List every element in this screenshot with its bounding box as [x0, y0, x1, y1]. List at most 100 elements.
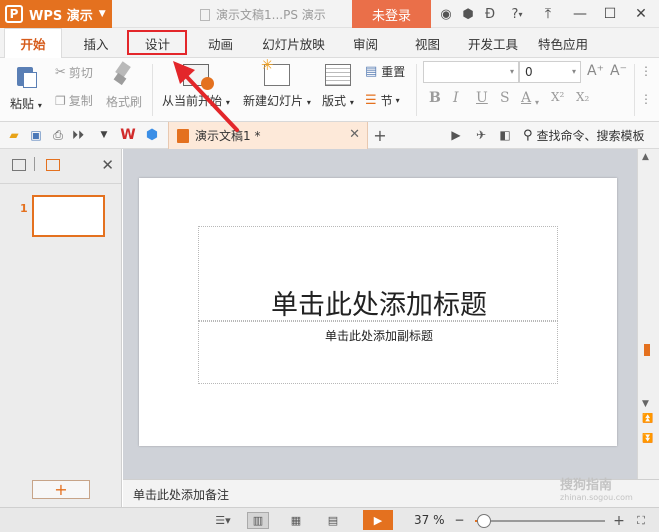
shrink-font-button[interactable]: A⁻	[610, 63, 627, 79]
reset-icon: ▤	[365, 64, 378, 79]
format-painter-button[interactable]: 格式刷	[106, 61, 142, 110]
slide-thumbnail[interactable]	[32, 195, 105, 237]
screen-icon[interactable]: ▶	[448, 127, 464, 143]
tab-insert[interactable]: 插入	[70, 28, 122, 58]
zoom-slider-handle[interactable]	[477, 514, 491, 528]
strike-button[interactable]: S	[500, 90, 510, 106]
close-panel-icon[interactable]: ✕	[101, 156, 114, 174]
grow-font-button[interactable]: A⁺	[587, 63, 604, 79]
add-slide-button[interactable]: +	[32, 480, 90, 499]
from-current-button[interactable]: 从当前开始 ▾	[162, 64, 230, 109]
reset-label: 重置	[381, 65, 406, 79]
customize-chevron-icon[interactable]: ▼	[96, 127, 112, 143]
zoom-slider[interactable]	[475, 514, 605, 528]
from-current-text: 从当前开始	[162, 94, 223, 108]
presentation-file-icon	[177, 128, 189, 143]
help-icon[interactable]: ? ▾	[506, 5, 528, 23]
slide-canvas[interactable]: 单击此处添加标题 单击此处添加副标题	[139, 178, 617, 446]
more-icon[interactable]: ⋮	[640, 92, 652, 106]
underline-button[interactable]: U	[476, 90, 488, 106]
wps-w-logo-icon[interactable]: W	[120, 127, 136, 143]
cube-icon[interactable]: ⬢	[459, 5, 477, 23]
tab-special[interactable]: 特色应用	[532, 28, 594, 58]
cut-button[interactable]: ✂ 剪切	[55, 64, 93, 81]
new-tab-icon[interactable]: +	[372, 126, 388, 145]
scroll-down-icon[interactable]: ▼	[642, 399, 649, 409]
next-slide-icon[interactable]: ⏬	[642, 434, 653, 444]
notes-toggle-icon[interactable]: ☰▾	[208, 512, 238, 529]
command-search[interactable]: ⚲ 查找命令、搜索模板	[523, 127, 645, 144]
maximize-icon[interactable]: ☐	[595, 0, 625, 28]
sorter-view-icon[interactable]: ▦	[285, 512, 307, 529]
bold-button[interactable]: B	[429, 90, 441, 106]
title-placeholder[interactable]: 单击此处添加标题	[198, 226, 558, 321]
layout-button[interactable]: 版式 ▾	[322, 64, 354, 109]
zoom-level[interactable]: 37 % −	[414, 513, 464, 527]
tab-view[interactable]: 视图	[400, 28, 455, 58]
docer-cube-icon[interactable]: ⬢	[144, 127, 160, 143]
skin-icon[interactable]: ◉	[437, 5, 455, 23]
app-menu-button[interactable]: P WPS 演示 ▼	[0, 0, 112, 28]
divider	[0, 183, 121, 184]
tab-animation[interactable]: 动画	[193, 28, 248, 58]
help-label: ?	[511, 6, 519, 22]
font-size-select[interactable]: 0 ▾	[519, 61, 581, 83]
tab-home[interactable]: 开始	[4, 28, 62, 59]
chevron-down-icon: ▾	[225, 98, 230, 107]
copy-button[interactable]: ❐ 复制	[55, 92, 93, 109]
restore-ribbon-icon[interactable]: ⤒	[533, 0, 563, 28]
tab-slideshow[interactable]: 幻灯片放映	[256, 28, 331, 58]
more-commands-icon[interactable]: ⏵⏵	[70, 127, 86, 143]
paste-button[interactable]: 粘贴 ▾	[10, 63, 42, 112]
subtitle-placeholder[interactable]: 单击此处添加副标题	[198, 321, 558, 384]
pin-icon[interactable]: ✈	[473, 127, 489, 143]
search-icon: ⚲	[523, 128, 533, 143]
print-preview-icon[interactable]: ⎙	[50, 127, 66, 143]
italic-button[interactable]: I	[453, 90, 459, 106]
play-slideshow-button[interactable]: ▶	[363, 510, 393, 530]
more-icon[interactable]: ⋮	[640, 64, 652, 78]
close-tab-icon[interactable]: ✕	[349, 127, 360, 142]
from-current-label: 从当前开始 ▾	[162, 92, 230, 109]
comment-icon[interactable]: ◧	[497, 127, 513, 143]
save-icon[interactable]: ▣	[28, 127, 44, 143]
superscript-button[interactable]: X²	[551, 90, 564, 104]
slide-view-icon[interactable]	[46, 159, 60, 171]
document-tab-label: 演示文稿1 *	[195, 129, 261, 143]
tab-developer[interactable]: 开发工具	[462, 28, 524, 58]
vertical-scrollbar[interactable]: ▲ ▼ ⏫ ⏬	[637, 149, 659, 479]
reset-button[interactable]: ▤ 重置	[365, 63, 405, 80]
share-icon[interactable]: Ð	[481, 5, 499, 23]
new-slide-button[interactable]: 新建幻灯片 ▾	[243, 56, 311, 109]
previous-slide-icon[interactable]: ⏫	[642, 414, 653, 424]
subscript-button[interactable]: X₂	[576, 90, 589, 104]
chevron-down-icon: ▾	[349, 98, 354, 107]
chevron-down-icon: ▾	[509, 67, 514, 76]
fit-window-icon[interactable]: ⛶	[630, 512, 652, 529]
window-title: 演示文稿1...PS 演示	[200, 6, 326, 23]
wps-logo-icon: P	[5, 5, 23, 23]
zoom-out-button[interactable]: −	[454, 513, 464, 527]
normal-view-icon[interactable]: ▥	[247, 512, 269, 529]
minimize-icon[interactable]: —	[565, 0, 595, 28]
slide-number: 1	[20, 202, 28, 215]
scroll-up-icon[interactable]: ▲	[642, 152, 649, 162]
font-color-button[interactable]: A	[521, 90, 531, 106]
format-painter-label: 格式刷	[106, 95, 143, 109]
command-search-label: 查找命令、搜索模板	[536, 129, 645, 143]
zoom-in-button[interactable]: +	[608, 512, 630, 529]
close-icon[interactable]: ✕	[626, 0, 656, 28]
slides-panel-header: ✕	[0, 149, 122, 183]
document-tab[interactable]: 演示文稿1 * ✕	[168, 122, 368, 149]
login-button[interactable]: 未登录	[352, 0, 431, 28]
open-folder-icon[interactable]: ▰	[6, 127, 22, 143]
reading-view-icon[interactable]: ▤	[322, 512, 344, 529]
status-bar: ☰▾ ▥ ▦ ▤ ▶ 37 % − + ⛶	[0, 507, 659, 532]
chevron-down-icon: ▾	[571, 67, 576, 76]
section-button[interactable]: ☰ 节 ▾	[365, 92, 400, 109]
outline-view-icon[interactable]	[12, 159, 26, 171]
font-name-select[interactable]: ▾	[423, 61, 519, 83]
chevron-down-icon: ▾	[306, 98, 311, 107]
tab-review[interactable]: 审阅	[338, 28, 393, 58]
title-bar: P WPS 演示 ▼ 演示文稿1...PS 演示 未登录 ◉ ⬢ Ð ? ▾ ⤒ …	[0, 0, 659, 28]
